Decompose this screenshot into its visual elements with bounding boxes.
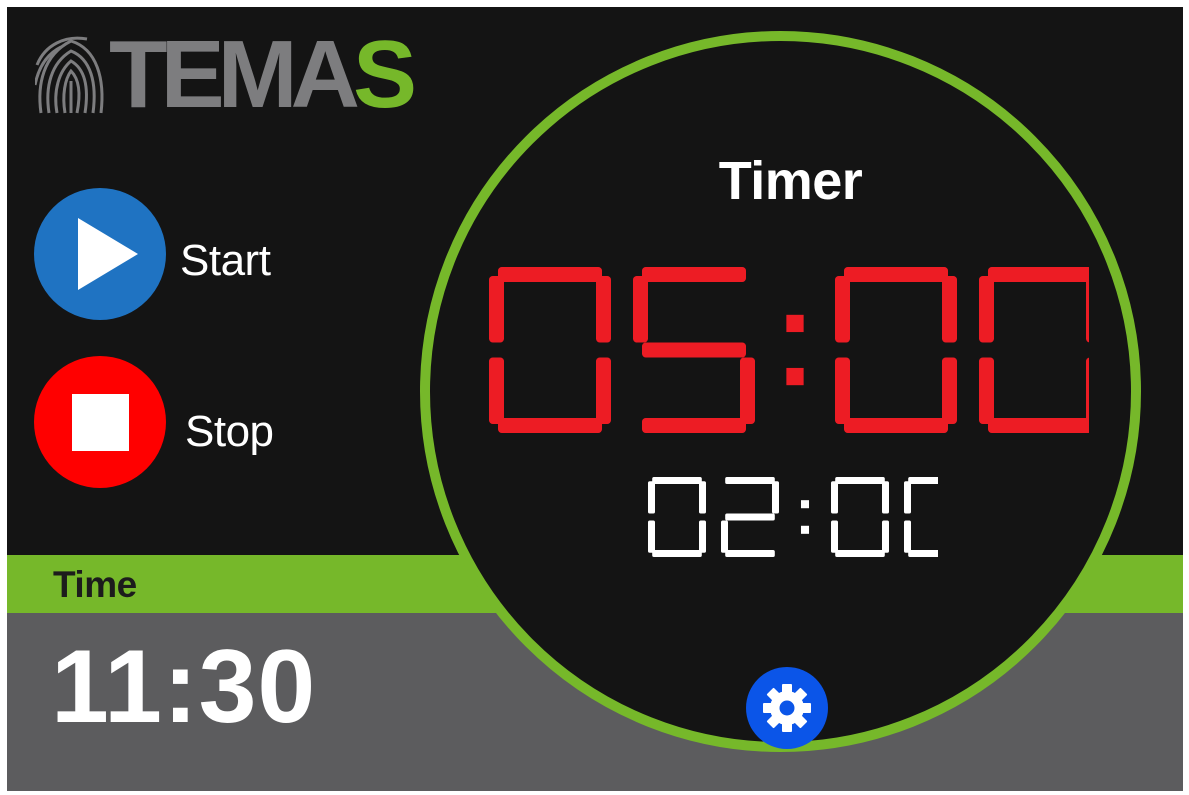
stop-icon (72, 394, 129, 451)
logo-text-main: TEMA (109, 21, 360, 128)
timer-main-display (489, 267, 1089, 433)
gear-icon (763, 684, 811, 732)
fingerprint-icon (35, 36, 104, 114)
segment-digit (489, 267, 611, 433)
time-label: Time (53, 564, 137, 605)
settings-button[interactable] (746, 667, 828, 749)
play-icon (78, 218, 138, 290)
timer-dial: Timer (420, 31, 1141, 752)
start-circle[interactable] (34, 188, 166, 320)
stop-circle[interactable] (34, 356, 166, 488)
temas-logo: TEMAS (35, 27, 417, 123)
app-frame: TEMAS Start Stop Time 11:30 Timer (7, 7, 1183, 791)
segment-digit (648, 477, 706, 557)
segment-digit (633, 267, 755, 433)
current-time: 11:30 (51, 629, 317, 745)
logo-text-accent: S (352, 21, 417, 128)
timer-title: Timer (718, 151, 863, 211)
start-button[interactable]: Start (34, 188, 304, 322)
stop-button[interactable]: Stop (34, 356, 304, 490)
segment-digit (721, 477, 779, 557)
segment-colon (800, 500, 810, 534)
start-label: Start (180, 236, 271, 285)
segment-digit (835, 267, 957, 433)
segment-digit (831, 477, 889, 557)
timer-secondary-display (648, 477, 938, 557)
segment-colon (786, 314, 804, 386)
logo-wordmark: TEMAS (109, 27, 417, 123)
stop-label: Stop (185, 407, 274, 456)
segment-digit (904, 477, 938, 557)
segment-digit (979, 267, 1089, 433)
